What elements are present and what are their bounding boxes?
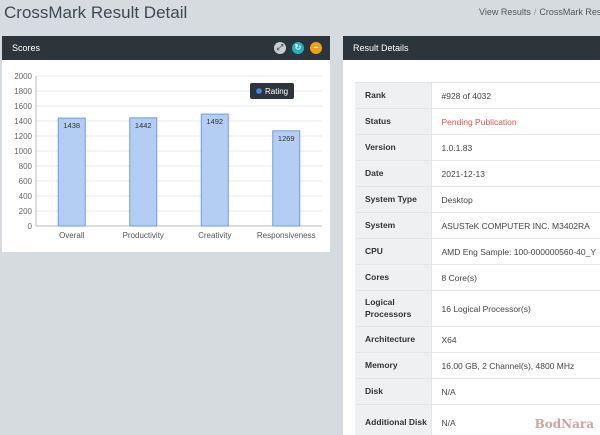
- detail-value: ASUSTeK COMPUTER INC. M3402RA: [430, 212, 600, 239]
- detail-key: System Type: [355, 186, 431, 213]
- y-tick-label: 1400: [14, 117, 32, 126]
- y-tick-label: 1000: [14, 147, 32, 156]
- detail-value: #928 of 4032: [430, 82, 600, 109]
- reload-icon[interactable]: ↻: [292, 42, 304, 54]
- detail-row: Status Pending Publication: [355, 108, 600, 135]
- y-tick-label: 200: [19, 207, 33, 216]
- detail-key: Status: [355, 108, 431, 135]
- y-tick-label: 0: [28, 222, 33, 231]
- y-tick-label: 1600: [14, 102, 32, 111]
- legend-dot: [256, 88, 262, 94]
- x-tick-label: Overall: [59, 231, 85, 240]
- y-tick-label: 600: [19, 177, 33, 186]
- scores-chart-svg: 0 200 400 600 800 1000 1200 1400 1600 1800 2000 143…: [14, 72, 322, 240]
- detail-value: 2021-12-13: [430, 160, 600, 187]
- panel-tools: ⤢ ↻ −: [274, 42, 322, 54]
- details-panel-title: Result Details: [353, 43, 409, 53]
- detail-row: Architecture X64: [355, 326, 600, 353]
- detail-key: Logical Processors: [355, 290, 431, 327]
- detail-row: System ASUSTeK COMPUTER INC. M3402RA: [355, 212, 600, 239]
- y-tick-label: 2000: [14, 72, 32, 81]
- detail-value: AMD Eng Sample: 100-000000560-40_Y: [430, 238, 600, 265]
- expand-icon[interactable]: ⤢: [274, 42, 286, 54]
- watermark: BodNara: [534, 417, 594, 431]
- scores-panel-title: Scores: [12, 43, 41, 53]
- details-table: Rank #928 of 4032 Status Pending Publicatio…: [355, 82, 600, 435]
- details-panel-header: Result Details: [343, 36, 600, 60]
- detail-key: Rank: [355, 82, 431, 109]
- detail-row: Version 1.0.1.83: [355, 134, 600, 161]
- bar-value-label: 1492: [206, 117, 223, 126]
- breadcrumb-current[interactable]: CrossMark Resu: [539, 7, 600, 17]
- detail-value: 1.0.1.83: [430, 134, 600, 161]
- breadcrumb: View Results / CrossMark Resu: [479, 7, 600, 17]
- page-title: CrossMark Result Detail: [4, 3, 188, 22]
- bar: [129, 117, 158, 227]
- detail-key: Version: [355, 134, 431, 161]
- detail-value: Pending Publication: [430, 108, 600, 135]
- detail-value: N/A: [430, 378, 600, 405]
- scores-chart: 0 200 400 600 800 1000 1200 1400 1600 1800 2000 143…: [2, 60, 330, 252]
- detail-key: Memory: [355, 352, 431, 379]
- detail-row: Memory 16.00 GB, 2 Channel(s), 4800 MHz: [355, 352, 600, 379]
- detail-key: Cores: [355, 264, 431, 291]
- collapse-icon[interactable]: −: [310, 42, 322, 54]
- bar: [57, 117, 86, 227]
- breadcrumb-separator: /: [533, 7, 537, 17]
- bar-value-label: 1269: [278, 134, 295, 143]
- y-tick-label: 800: [19, 162, 33, 171]
- scores-panel-header: Scores ⤢ ↻ −: [2, 36, 330, 60]
- details-panel: Result Details Rank #928 of 4032 Status Pen…: [343, 36, 600, 435]
- bar: [200, 113, 229, 227]
- details-rows: Rank #928 of 4032 Status Pending Publicatio…: [355, 82, 600, 435]
- detail-row: Cores 8 Core(s): [355, 264, 600, 291]
- y-tick-label: 400: [19, 192, 33, 201]
- detail-row: Date 2021-12-13: [355, 160, 600, 187]
- detail-row: System Type Desktop: [355, 186, 600, 213]
- detail-row: Disk N/A: [355, 378, 600, 405]
- detail-key: Architecture: [355, 326, 431, 353]
- scores-panel: Scores ⤢ ↻ − 0 200 400 600 800 1000 1200 1400 16…: [2, 36, 330, 252]
- x-tick-label: Creativity: [198, 231, 231, 240]
- detail-key: Disk: [355, 378, 431, 405]
- y-tick-label: 1200: [14, 132, 32, 141]
- detail-key: Additional Disk: [355, 404, 431, 435]
- y-tick-label: 1800: [14, 87, 32, 96]
- detail-key: CPU: [355, 238, 431, 265]
- detail-value: 16 Logical Processor(s): [430, 290, 600, 327]
- x-tick-label: Productivity: [123, 231, 164, 240]
- detail-value: Desktop: [430, 186, 600, 213]
- detail-row: Logical Processors 16 Logical Processor(s…: [355, 290, 600, 327]
- legend-label: Rating: [265, 87, 288, 96]
- detail-value: X64: [430, 326, 600, 353]
- detail-row: Rank #928 of 4032: [355, 82, 600, 109]
- bar-value-label: 1442: [135, 121, 152, 130]
- detail-value: 16.00 GB, 2 Channel(s), 4800 MHz: [430, 352, 600, 379]
- details-body: Rank #928 of 4032 Status Pending Publicatio…: [343, 60, 600, 435]
- detail-key: Date: [355, 160, 431, 187]
- detail-key: System: [355, 212, 431, 239]
- detail-value: 8 Core(s): [430, 264, 600, 291]
- breadcrumb-view-results[interactable]: View Results: [479, 7, 531, 17]
- bar-value-label: 1438: [63, 121, 80, 130]
- detail-row: CPU AMD Eng Sample: 100-000000560-40_Y: [355, 238, 600, 265]
- bar: [272, 130, 301, 227]
- x-tick-label: Responsiveness: [257, 231, 316, 240]
